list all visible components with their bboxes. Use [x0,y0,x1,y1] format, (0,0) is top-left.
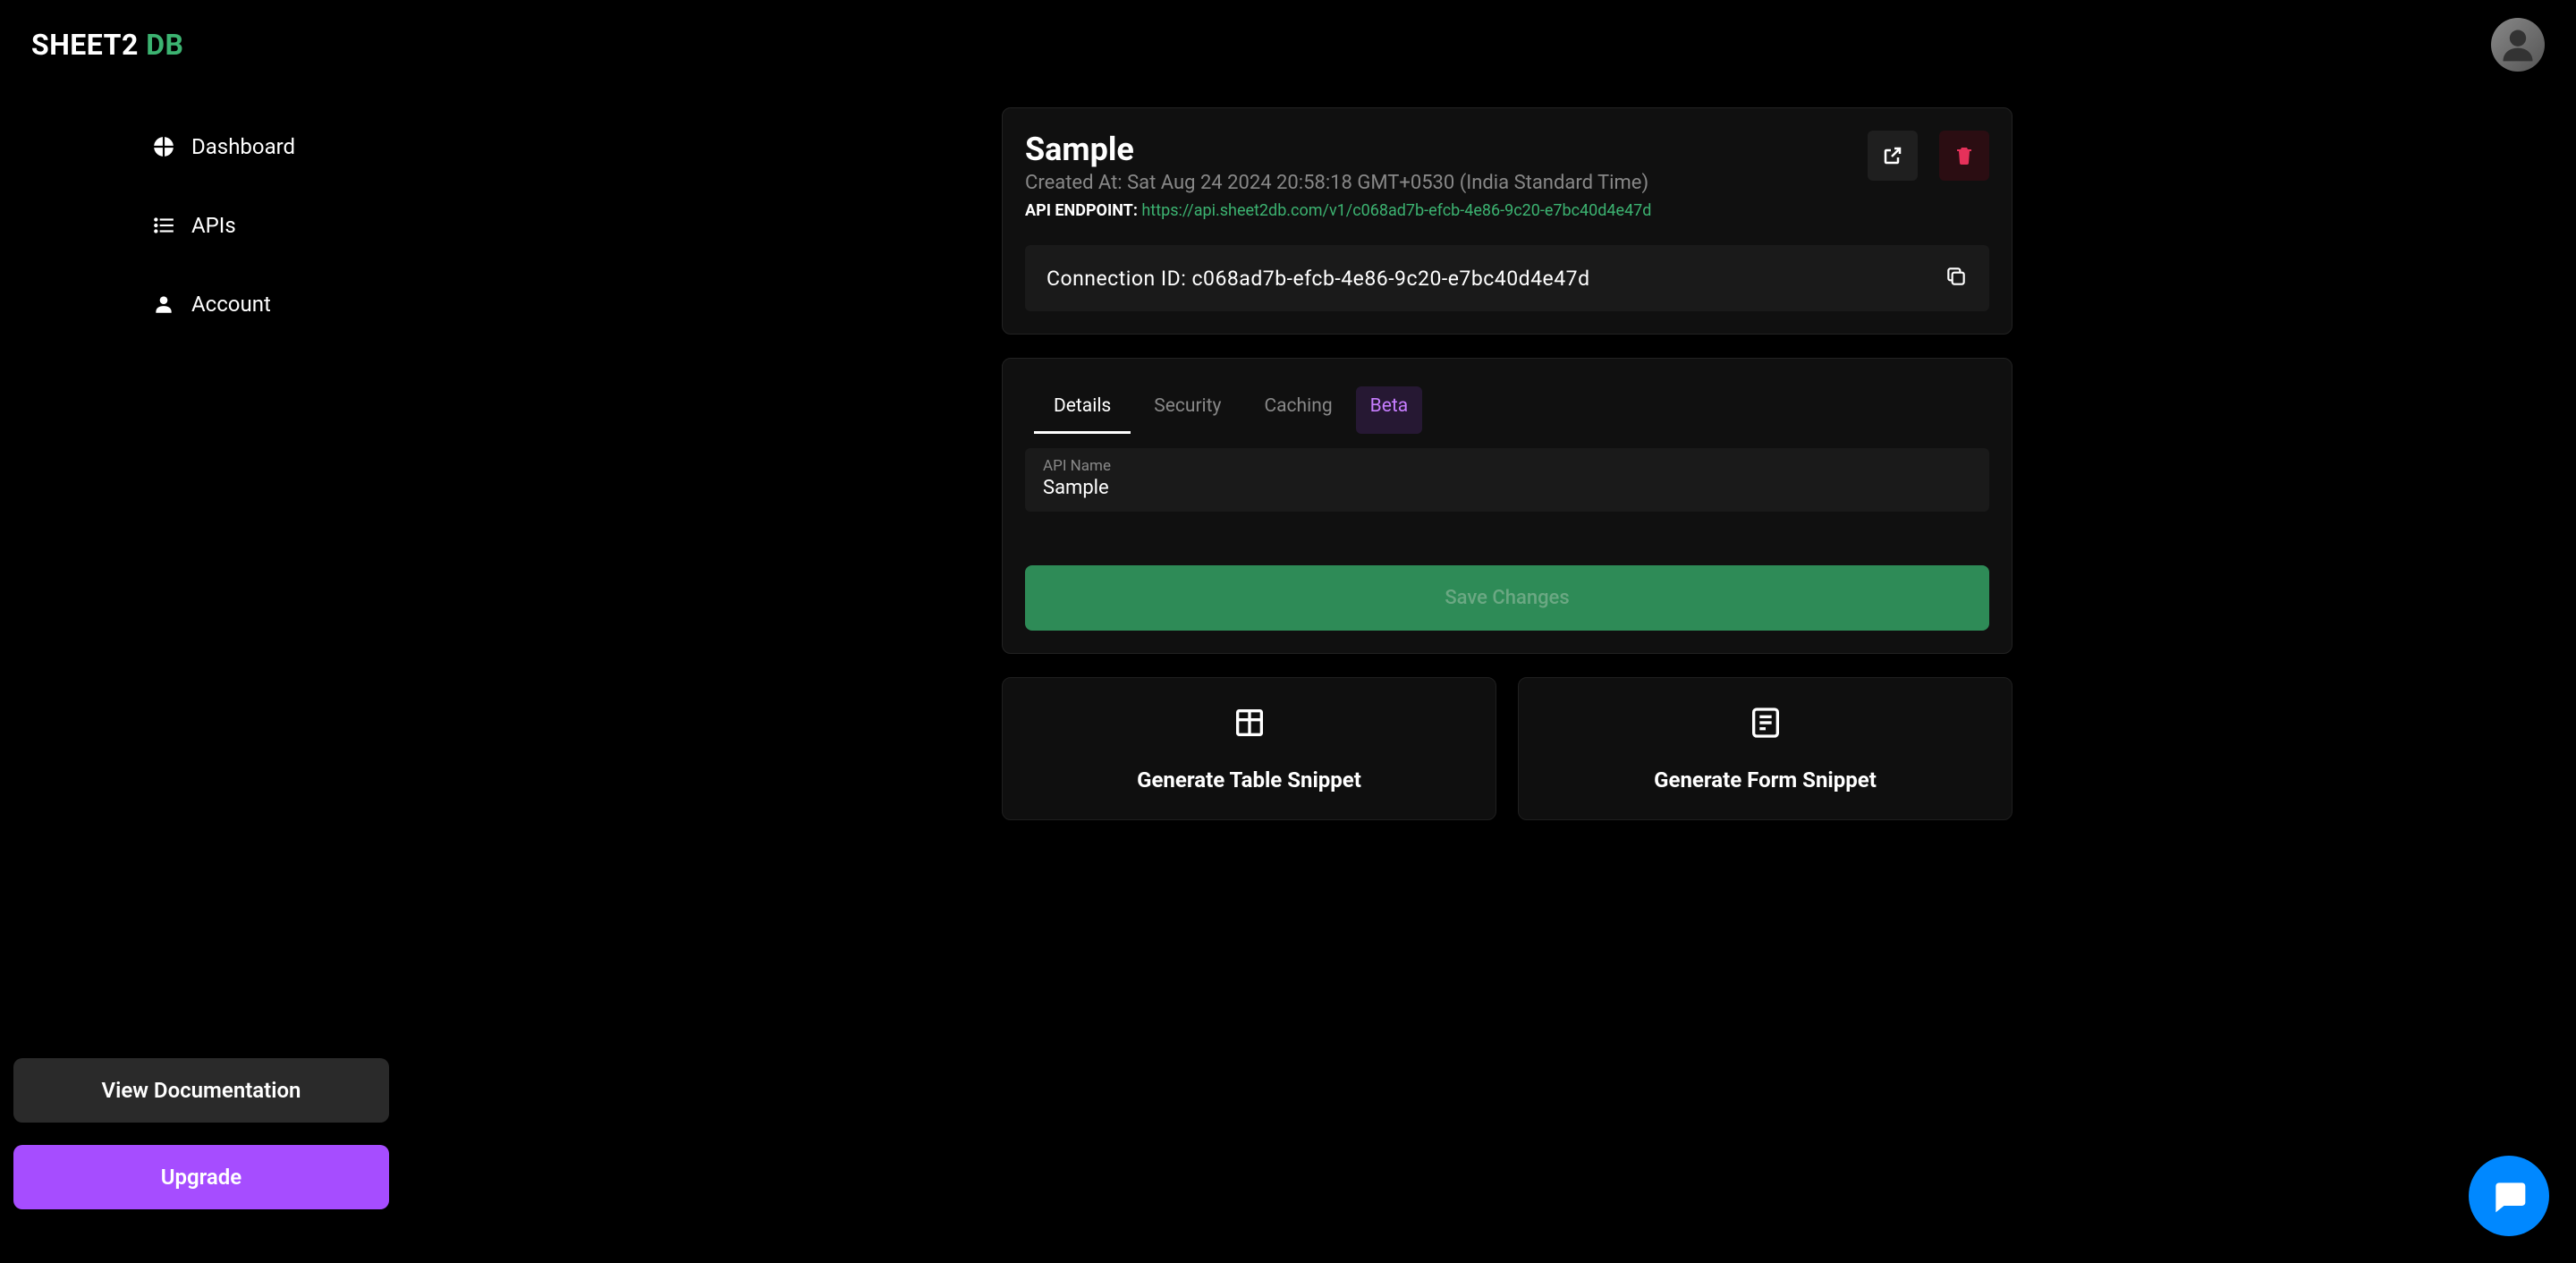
list-icon [152,214,175,237]
sidebar-item-account[interactable]: Account [125,274,394,335]
sidebar-item-label: Account [191,292,271,317]
external-link-icon [1882,145,1903,166]
tabs: Details Security Caching Beta [1025,381,1989,434]
api-created-at: Created At: Sat Aug 24 2024 20:58:18 GMT… [1025,172,1651,194]
connection-id-box: Connection ID: c068ad7b-efcb-4e86-9c20-e… [1025,245,1989,311]
tab-caching[interactable]: Caching [1244,381,1352,434]
form-icon [1748,705,1784,741]
chat-fab[interactable] [2469,1156,2549,1236]
api-endpoint-url[interactable]: https://api.sheet2db.com/v1/c068ad7b-efc… [1141,201,1651,220]
chat-icon [2489,1176,2529,1216]
api-header-panel: Sample Created At: Sat Aug 24 2024 20:58… [1002,107,2012,335]
api-name-label: API Name [1043,457,1971,475]
api-settings-panel: Details Security Caching Beta API Name S… [1002,358,2012,654]
user-avatar[interactable] [2491,18,2545,72]
trash-icon [1953,145,1975,166]
save-changes-button[interactable]: Save Changes [1025,565,1989,631]
api-name-group: API Name [1025,448,1989,512]
open-external-button[interactable] [1868,131,1918,181]
connection-id-text: Connection ID: c068ad7b-efcb-4e86-9c20-e… [1046,267,1590,291]
tab-details[interactable]: Details [1034,381,1131,434]
api-title: Sample [1025,131,1651,168]
pie-chart-icon [152,135,175,158]
logo-part2: DB [146,28,183,62]
snippet-label: Generate Table Snippet [1137,767,1361,793]
snippet-label: Generate Form Snippet [1654,767,1877,793]
upgrade-button[interactable]: Upgrade [13,1145,389,1209]
view-documentation-button[interactable]: View Documentation [13,1058,389,1123]
copy-connection-id-button[interactable] [1945,265,1968,292]
tab-security[interactable]: Security [1134,381,1241,434]
generate-form-snippet-button[interactable]: Generate Form Snippet [1518,677,2012,820]
sidebar: Dashboard APIs Account View Documentatio… [0,89,402,1263]
sidebar-item-label: APIs [191,213,236,238]
sidebar-item-label: Dashboard [191,134,295,159]
sidebar-item-dashboard[interactable]: Dashboard [125,116,394,177]
table-icon [1232,705,1267,741]
sidebar-item-apis[interactable]: APIs [125,195,394,256]
user-icon [152,292,175,316]
api-endpoint-label: API ENDPOINT: [1025,201,1141,220]
logo-part1: SHEET2 [31,28,139,62]
delete-button[interactable] [1939,131,1989,181]
app-logo[interactable]: SHEET2 DB [31,28,183,62]
api-name-input[interactable] [1043,477,1971,499]
tab-beta[interactable]: Beta [1356,386,1423,434]
generate-table-snippet-button[interactable]: Generate Table Snippet [1002,677,1496,820]
user-icon [2498,25,2538,64]
copy-icon [1945,265,1968,288]
